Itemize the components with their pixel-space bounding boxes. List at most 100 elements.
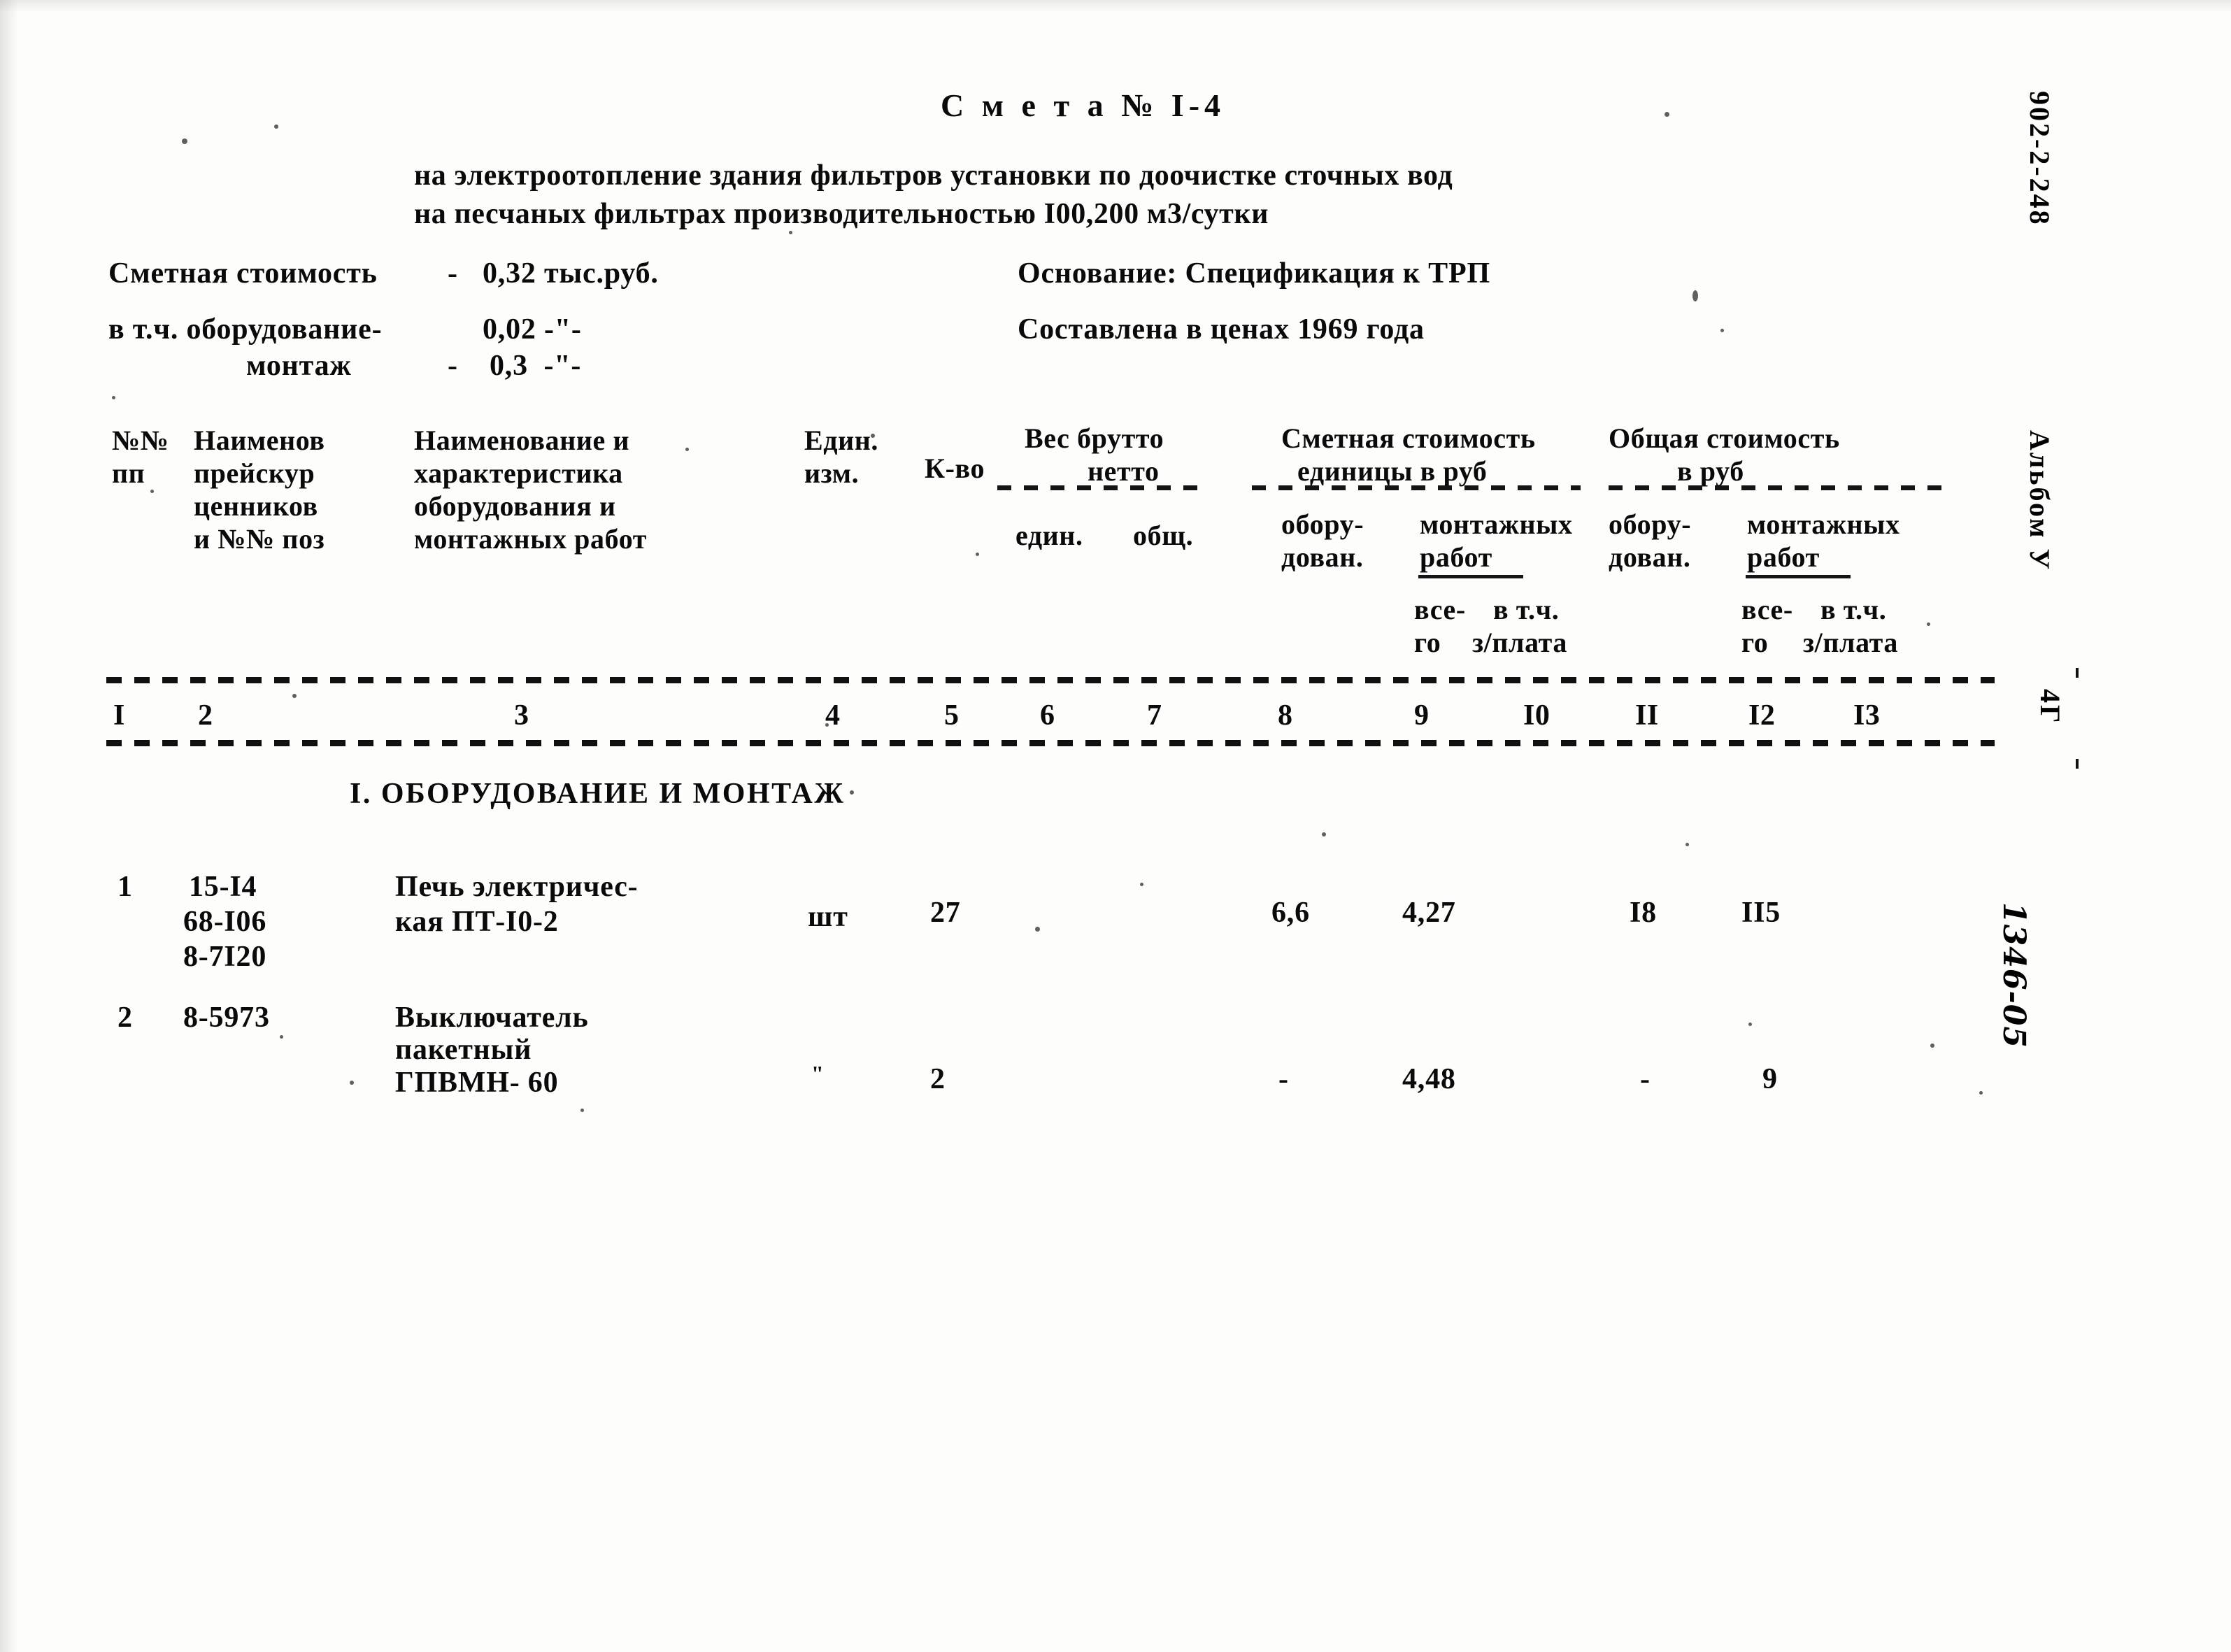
header-salary-right-top: в т.ч. [1820, 594, 1887, 625]
header-col1-line1: №№ [112, 425, 169, 456]
scan-speck [1930, 1044, 1934, 1048]
estimate-cost-dash: - [448, 257, 458, 290]
scan-speck [1140, 883, 1143, 886]
header-vsego-left-top: все- [1414, 594, 1466, 625]
scan-speck [685, 448, 689, 451]
table-rule-below-colnumbers [106, 740, 1995, 746]
colnum-11: II [1635, 699, 1659, 732]
table-rule-above-colnumbers [106, 677, 1995, 683]
header-unit-line2: изм. [804, 457, 860, 489]
row-2-number: 2 [117, 1002, 133, 1034]
row-1-pricecode-2: 68-I06 [183, 906, 267, 938]
scan-speck [1322, 832, 1326, 836]
scan-speck [350, 1081, 354, 1085]
scan-speck [182, 138, 187, 144]
colnum-2: 2 [198, 699, 213, 732]
row-1-unit: шт [808, 901, 848, 933]
row-2-total-install-cost: 9 [1762, 1063, 1778, 1095]
estimate-cost-label: Сметная стоимость [108, 257, 378, 290]
row-2-total-equipment-cost: - [1640, 1063, 1651, 1095]
colnum-8: 8 [1278, 699, 1293, 732]
scan-speck [825, 723, 829, 727]
margin-tick-upper [2076, 668, 2079, 678]
scan-speck [150, 490, 154, 493]
header-unitcost-equip-bottom: дован. [1281, 541, 1364, 573]
row-1-pricecode-1: 15-I4 [189, 871, 257, 903]
scan-speck [1927, 622, 1930, 626]
header-col3-line3: оборудования и [414, 490, 616, 522]
row-2-pricecode-1: 8-5973 [183, 1002, 270, 1034]
header-col1-line2: пп [112, 457, 145, 489]
scan-speck [1665, 112, 1669, 117]
header-weight-unit: един. [1015, 520, 1083, 551]
section-heading-equipment: I. ОБОРУДОВАНИЕ И МОНТАЖ [350, 778, 846, 810]
header-totalcost-equip-bottom: дован. [1609, 541, 1691, 573]
row-2-name-line-3: ГПВМН- 60 [395, 1067, 559, 1099]
installation-cost-dash: - [448, 350, 458, 382]
header-totalcost-dash-underline [1609, 485, 1944, 490]
price-year-line: Составлена в ценах 1969 года [1018, 313, 1425, 346]
margin-stamp: 1346-05 [1996, 902, 2032, 1048]
installation-cost-label: монтаж [246, 350, 352, 382]
scan-speck [580, 1109, 584, 1112]
colnum-5: 5 [944, 699, 960, 732]
scan-speck [850, 790, 854, 795]
colnum-7: 7 [1147, 699, 1162, 732]
header-vsego-right-top: все- [1741, 594, 1793, 625]
margin-album-label: Альбом У [2024, 430, 2055, 571]
header-unitcost-install-underline [1418, 575, 1523, 578]
scan-speck [274, 124, 278, 129]
colnum-1: I [113, 699, 125, 732]
row-1-name-line-1: Печь электричес- [395, 871, 639, 903]
page-title: С м е т а № I-4 [941, 87, 1226, 123]
header-unitcost-title: Сметная стоимость [1281, 422, 1536, 454]
row-2-unit-equipment-cost: - [1278, 1063, 1289, 1095]
row-1-pricecode-3: 8-7I20 [183, 941, 267, 973]
row-1-number: 1 [117, 871, 133, 903]
scan-speck [976, 553, 979, 556]
header-col3-line1: Наименование и [414, 425, 630, 456]
header-vsego-right-bottom: го [1741, 627, 1769, 658]
row-2-name-line-1: Выключатель [395, 1002, 589, 1034]
margin-sheet-label: 4Г [2034, 689, 2066, 725]
scan-speck [280, 1035, 283, 1039]
header-totalcost-title: Общая стоимость [1609, 422, 1840, 454]
scan-speck [1035, 927, 1040, 932]
header-unitcost-install-top: монтажных [1420, 508, 1573, 540]
colnum-12: I2 [1748, 699, 1776, 732]
equipment-cost-label: в т.ч. оборудование- [108, 313, 383, 346]
header-salary-right-bottom: з/плата [1803, 627, 1898, 658]
margin-album-code: 902-2-248 [2024, 91, 2055, 227]
header-unitcost-equip-top: обору- [1281, 508, 1364, 540]
colnum-6: 6 [1040, 699, 1055, 732]
colnum-3: 3 [514, 699, 529, 732]
header-unitcost-dash-underline [1252, 485, 1581, 490]
scan-speck [871, 434, 875, 438]
header-totalcost-install-bottom: работ [1747, 541, 1820, 573]
basis-line: Основание: Спецификация к ТРП [1018, 257, 1490, 290]
row-1-total-install-cost: II5 [1741, 897, 1781, 929]
row-2-unit: " [811, 1061, 825, 1086]
header-col2-line2: прейскур [194, 457, 315, 489]
scan-speck [1692, 290, 1698, 301]
scan-speck [112, 396, 115, 399]
scan-speck [1979, 1091, 1983, 1095]
header-vsego-left-bottom: го [1414, 627, 1441, 658]
header-qty: К-во [925, 453, 985, 484]
row-2-qty: 2 [930, 1063, 946, 1095]
row-1-unit-equipment-cost: 6,6 [1271, 897, 1310, 929]
subtitle-line-2: на песчаных фильтрах производительностью… [414, 198, 1269, 230]
scan-speck [1748, 1023, 1752, 1026]
row-1-name-line-2: кая ПТ-I0-2 [395, 906, 559, 938]
header-totalcost-equip-top: обору- [1609, 508, 1692, 540]
margin-tick-lower [2076, 759, 2079, 769]
subtitle-line-1: на электроотопление здания фильтров уста… [414, 159, 1453, 192]
row-1-total-equipment-cost: I8 [1630, 897, 1657, 929]
row-1-unit-install-cost: 4,27 [1402, 897, 1456, 929]
header-salary-left-top: в т.ч. [1493, 594, 1560, 625]
scan-speck [789, 231, 792, 234]
row-2-name-line-2: пакетный [395, 1034, 532, 1066]
header-col3-line4: монтажных работ [414, 523, 648, 555]
installation-cost-value: 0,3 -"- [490, 350, 582, 382]
equipment-cost-value: 0,02 -"- [483, 313, 582, 346]
